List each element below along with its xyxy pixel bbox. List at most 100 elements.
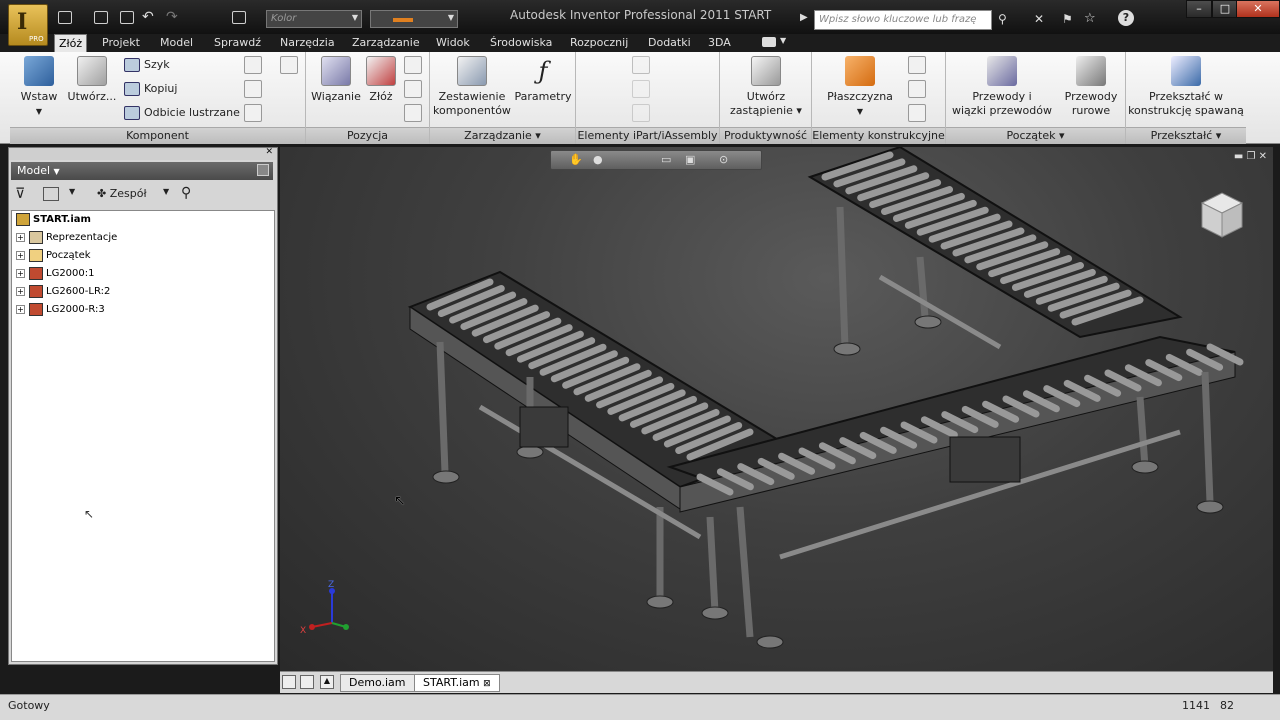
rotate-component-icon[interactable]	[404, 80, 422, 98]
material-dropdown[interactable]: ▼	[370, 10, 458, 28]
color-dropdown[interactable]: Kolor ▼	[266, 10, 362, 28]
filter-icon[interactable]: ⊽	[15, 186, 25, 202]
tree-root[interactable]: START.iam	[16, 211, 91, 229]
place-from-cc-icon[interactable]	[244, 56, 262, 74]
tree-item-lg2600-lr-2[interactable]: + LG2600-LR:2	[16, 283, 110, 301]
redo-icon[interactable]: ↷	[166, 9, 178, 25]
mouse-cursor-icon: ↖	[84, 507, 95, 521]
work-axis-icon[interactable]	[908, 56, 926, 74]
tab-assemble[interactable]: Złóż	[54, 34, 88, 52]
pattern-button[interactable]: Szyk	[122, 56, 170, 74]
chevron-down-icon[interactable]: ▼	[780, 36, 786, 45]
convert-to-weldment-button[interactable]: Przekształć w konstrukcję spawaną	[1128, 56, 1244, 118]
hierarchy-icon[interactable]	[43, 187, 59, 201]
save-icon[interactable]	[120, 11, 134, 24]
tree-item-lg2000-r-3[interactable]: + LG2000-R:3	[16, 301, 105, 319]
favorites-icon[interactable]: ☆	[1084, 11, 1096, 26]
ribbon-minimize-icon[interactable]	[762, 37, 776, 47]
table-icon[interactable]	[632, 104, 650, 122]
minimize-button[interactable]: –	[1186, 0, 1212, 18]
tube-pipe-button[interactable]: Przewody rurowe	[1060, 56, 1122, 118]
select-icon[interactable]	[232, 11, 246, 24]
tree-item-lg2000-1[interactable]: + LG2000:1	[16, 265, 95, 283]
doc-tab-start[interactable]: START.iam ⊠	[414, 674, 500, 692]
chevron-down-icon[interactable]: ▼	[163, 187, 169, 196]
browser-menu-icon[interactable]	[257, 164, 269, 176]
ribbon: Wstaw ▼ Utwórz... Szyk Kopiuj Odbicie lus…	[0, 52, 1280, 144]
constraint-icon	[321, 56, 351, 86]
chevron-down-icon[interactable]: ▼	[69, 187, 75, 196]
parameters-button[interactable]: ƒ Parametry	[514, 56, 572, 104]
view-cube[interactable]	[1198, 189, 1246, 241]
panel-title-manage[interactable]: Zarządzanie ▾	[430, 127, 575, 144]
view-cube-icon	[1200, 192, 1244, 238]
tab-model[interactable]: Model	[156, 34, 197, 52]
assemble-button[interactable]: Złóż	[364, 56, 398, 104]
shrinkwrap-icon[interactable]	[280, 56, 298, 74]
tab-add-ins[interactable]: Dodatki	[644, 34, 695, 52]
tab-tools[interactable]: Narzędzia	[276, 34, 339, 52]
create-button[interactable]: Utwórz...	[66, 56, 118, 104]
copy-icon	[124, 82, 140, 96]
close-tab-icon[interactable]: ⊠	[483, 679, 491, 689]
new-file-icon[interactable]	[58, 11, 72, 24]
tab-view[interactable]: Widok	[432, 34, 474, 52]
tab-get-started[interactable]: Rozpocznij	[566, 34, 632, 52]
chevron-down-icon: ▼	[53, 167, 60, 176]
chevron-up-icon[interactable]: ▲	[320, 675, 334, 689]
binoculars-icon[interactable]: ⚲	[181, 185, 191, 201]
maximize-button[interactable]: □	[1212, 0, 1238, 18]
move-component-icon[interactable]	[404, 56, 422, 74]
mirror-button[interactable]: Odbicie lustrzane	[122, 104, 240, 122]
panel-work-features: Płaszczyzna ▼ Elementy konstrukcyjne	[812, 52, 946, 144]
browser-title[interactable]: Model ▼	[11, 162, 273, 180]
communication-icon[interactable]: ⚑	[1062, 12, 1073, 26]
work-point-icon[interactable]	[908, 80, 926, 98]
application-menu-button[interactable]: I PRO	[8, 4, 48, 46]
tile-windows-icon[interactable]	[282, 675, 296, 689]
tab-manage[interactable]: Zarządzanie	[348, 34, 424, 52]
tab-inspect[interactable]: Sprawdź	[210, 34, 265, 52]
tree-item-origin[interactable]: + Początek	[16, 247, 91, 265]
inventor-logo-icon: I	[17, 9, 28, 35]
weldment-icon	[1171, 56, 1201, 86]
panel-title-convert[interactable]: Przekształć ▾	[1126, 127, 1246, 144]
close-button[interactable]: ✕	[1236, 0, 1280, 18]
help-icon[interactable]: ?	[1118, 10, 1134, 26]
constrain-button[interactable]: Wiązanie	[310, 56, 362, 104]
tab-design[interactable]: Projekt	[98, 34, 144, 52]
tab-environments[interactable]: Środowiska	[486, 34, 556, 52]
free-move-icon[interactable]	[404, 104, 422, 122]
create-substitute-button[interactable]: Utwórz zastąpienie ▾	[724, 56, 808, 118]
create-ipart-icon[interactable]	[632, 56, 650, 74]
search-expand-icon[interactable]: ▶	[800, 12, 808, 23]
motor-box	[519, 406, 569, 448]
edit-factory-icon[interactable]	[632, 80, 650, 98]
cascade-windows-icon[interactable]	[300, 675, 314, 689]
copy-button[interactable]: Kopiuj	[122, 80, 177, 98]
tools-icon[interactable]: ✕	[1034, 12, 1044, 26]
status-count-1: 1141	[1182, 699, 1210, 712]
close-icon[interactable]: ✕	[265, 147, 273, 157]
graphics-viewport[interactable]: ✋ ● ▭ ▣ ⊙ ▬ ❐ ✕ Z X ↖	[280, 147, 1273, 671]
conveyor-model	[407, 147, 1244, 649]
replace-component-icon[interactable]	[244, 80, 262, 98]
search-input[interactable]: Wpisz słowo kluczowe lub frazę	[814, 10, 992, 30]
ucs-icon[interactable]	[908, 104, 926, 122]
motor-box	[949, 436, 1021, 483]
doc-tab-demo[interactable]: Demo.iam	[340, 674, 415, 692]
panel-title-begin[interactable]: Początek ▾	[946, 127, 1125, 144]
panel-title-work-features: Elementy konstrukcyjne	[812, 127, 945, 144]
plane-button[interactable]: Płaszczyzna ▼	[818, 56, 902, 119]
make-layout-icon[interactable]	[244, 104, 262, 122]
status-text: Gotowy	[8, 699, 50, 712]
undo-icon[interactable]: ↶	[142, 9, 154, 25]
tab-3da[interactable]: 3DA	[704, 34, 735, 52]
binoculars-icon[interactable]: ⚲	[998, 12, 1007, 26]
open-icon[interactable]	[94, 11, 108, 24]
assembly-view-dropdown[interactable]: ✤ Zespół	[97, 187, 147, 200]
tree-item-representations[interactable]: + Reprezentacje	[16, 229, 117, 247]
cable-harness-button[interactable]: Przewody i wiązki przewodów	[950, 56, 1054, 118]
bom-button[interactable]: Zestawienie komponentów	[432, 56, 512, 118]
insert-button[interactable]: Wstaw ▼	[16, 56, 62, 119]
